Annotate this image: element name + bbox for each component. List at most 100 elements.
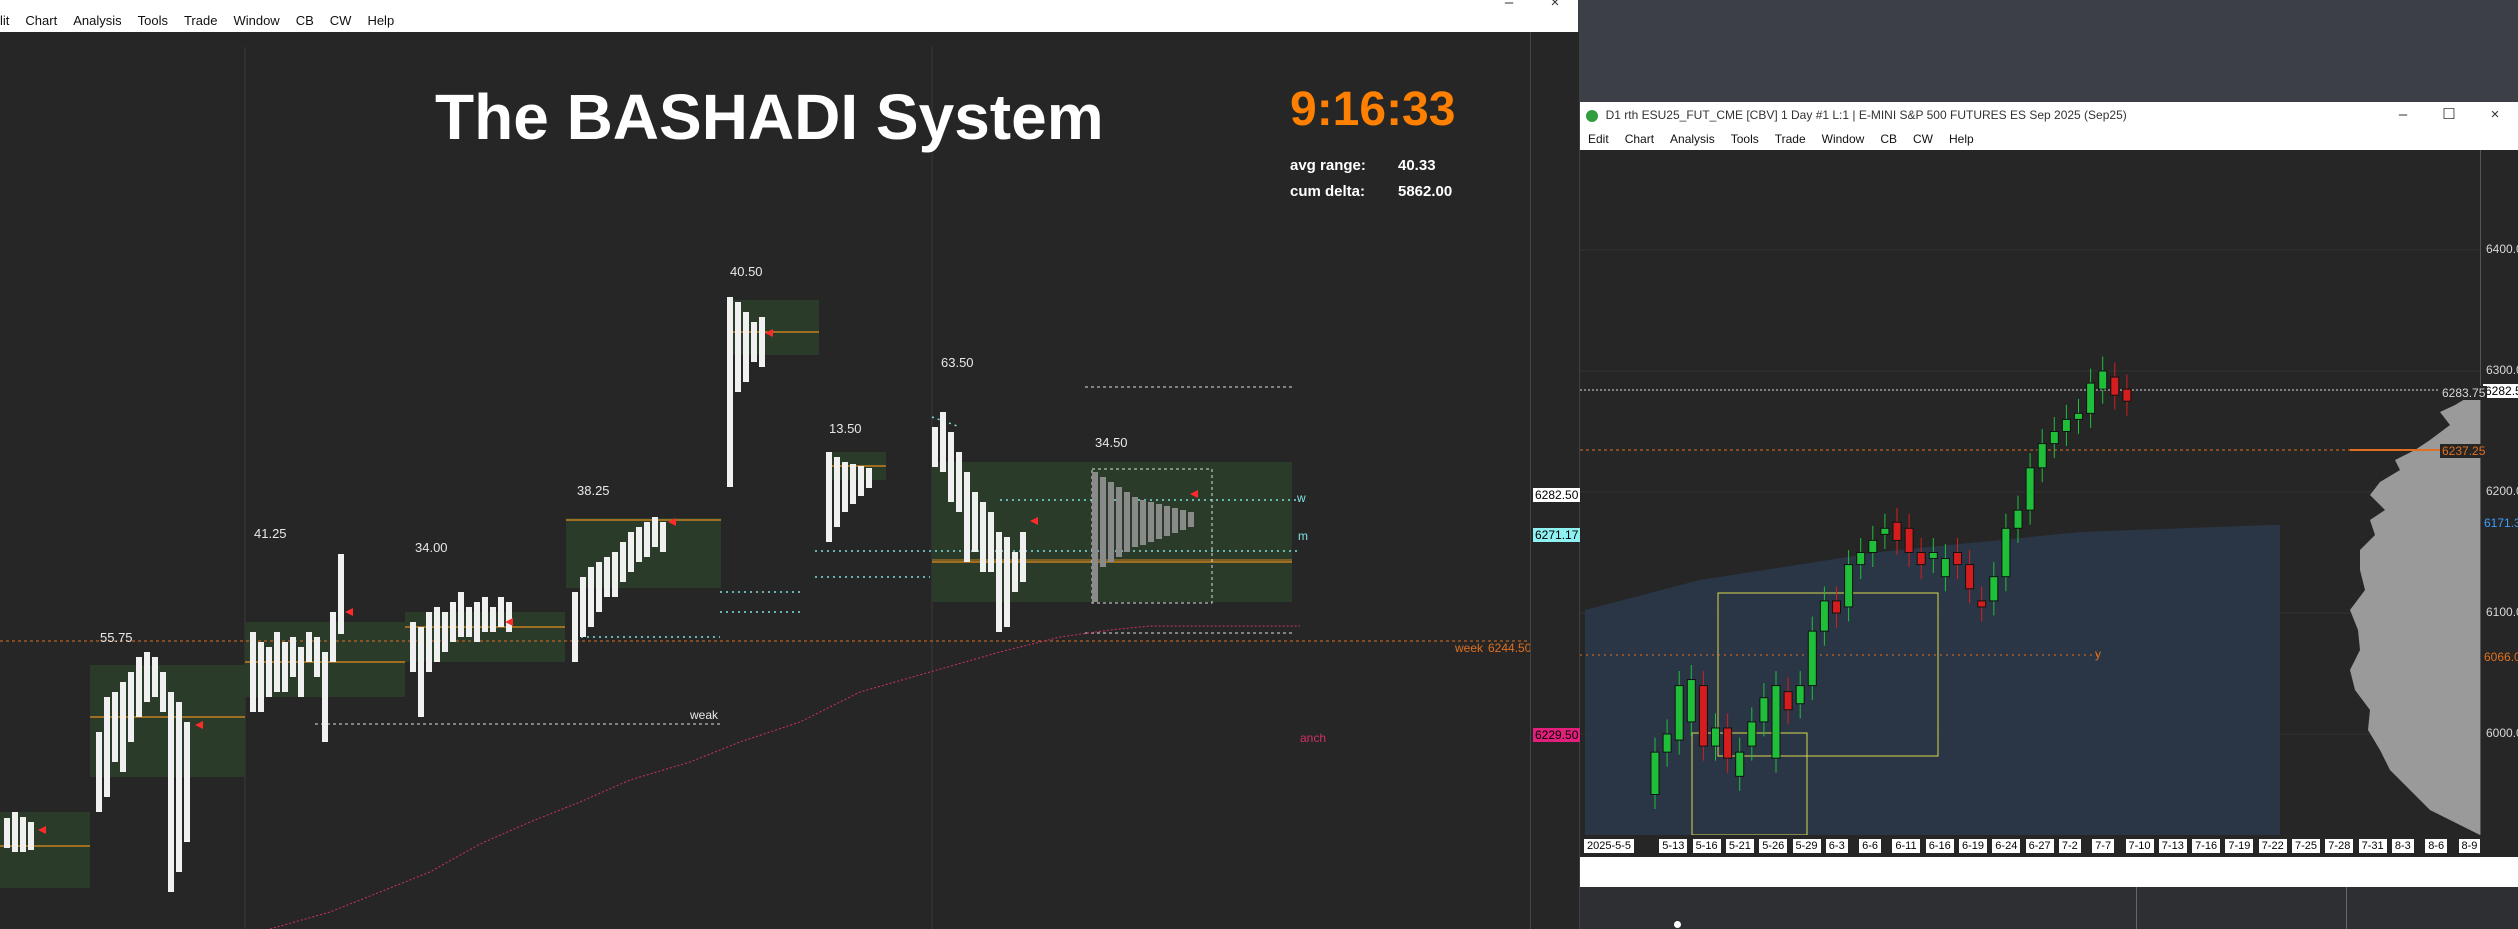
menu-chart[interactable]: Chart	[17, 13, 65, 28]
level-y-label: y	[2095, 647, 2101, 661]
price-tag: 6171.3	[2484, 516, 2518, 530]
x-date-label: 7-13	[2158, 839, 2187, 853]
range-label: 55.75	[100, 630, 133, 645]
x-date-label: 5-29	[1792, 839, 1821, 853]
menu-cb[interactable]: CB	[1872, 132, 1905, 146]
right-chart-area[interactable]: y	[1580, 150, 2480, 835]
menu-window[interactable]: Window	[225, 13, 287, 28]
date-axis[interactable]: 2025-5-5 5-13 5-16 5-21 5-26 5-29 6-3 6-6 6-11 6-…	[1580, 835, 2518, 857]
candle-body	[2074, 412, 2083, 420]
candle-body	[1916, 552, 1926, 566]
menu-edit[interactable]: lit	[0, 13, 17, 28]
price-tag: 6066.0	[2484, 650, 2518, 664]
x-date-label: 5-16	[1692, 839, 1721, 853]
price-tag: 6237.25	[2440, 444, 2488, 458]
menu-trade[interactable]: Trade	[1767, 132, 1814, 146]
close-icon[interactable]: ×	[2472, 102, 2518, 128]
candle-body	[1856, 552, 1866, 566]
x-date-label: 7-7	[2092, 839, 2115, 853]
candle-body	[1783, 691, 1793, 711]
candle-body	[1832, 600, 1841, 614]
candle-body	[2037, 443, 2047, 469]
left-price-axis[interactable]: 6282.50 6271.17 6229.50	[1530, 32, 1581, 929]
range-label: 38.25	[577, 483, 610, 498]
y-tick: 6300.0	[2486, 363, 2518, 377]
x-date-label: 6-24	[1992, 839, 2021, 853]
x-date-label: 8-3	[2391, 839, 2414, 853]
left-chart-area[interactable]: The BASHADI System 9:16:33 avg range: 40…	[0, 32, 1532, 929]
range-label: 13.50	[829, 421, 862, 436]
x-date-label: 7-16	[2192, 839, 2221, 853]
price-tag: 6282.5	[2483, 384, 2518, 398]
x-date-label: 6-11	[1892, 839, 1920, 853]
price-tag: 6282.50	[1533, 488, 1581, 502]
candle-body	[2001, 527, 2011, 578]
candle-body	[1747, 721, 1757, 747]
week-value: 6244.50	[1488, 641, 1532, 655]
x-date-label: 8-9	[2458, 839, 2481, 853]
minimize-icon[interactable]: –	[2380, 102, 2426, 128]
candle-body	[1723, 727, 1733, 759]
y-tick: 6200.0	[2486, 484, 2518, 498]
left-chart-window[interactable]: – × lit Chart Analysis Tools Trade Windo…	[0, 0, 1581, 929]
week-label: week	[1455, 641, 1484, 655]
left-title-bar[interactable]: – ×	[0, 0, 1578, 11]
clock-display: 9:16:33	[1290, 83, 1456, 136]
right-window-bottom	[1580, 857, 2518, 887]
menu-trade[interactable]: Trade	[176, 13, 225, 28]
menu-tools[interactable]: Tools	[1723, 132, 1767, 146]
right-window-title: D1 rth ESU25_FUT_CME [CBV] 1 Day #1 L:1 …	[1605, 108, 2127, 122]
price-tag: 6271.17	[1533, 528, 1581, 542]
right-title-bar[interactable]: D1 rth ESU25_FUT_CME [CBV] 1 Day #1 L:1 …	[1580, 102, 2518, 128]
candle-body	[1904, 527, 1914, 553]
range-label: 34.50	[1095, 435, 1128, 450]
menu-chart[interactable]: Chart	[1617, 132, 1662, 146]
x-date-label: 7-2	[2058, 839, 2081, 853]
left-menu-bar: lit Chart Analysis Tools Trade Window CB…	[0, 8, 1578, 32]
candle-body	[1989, 576, 1999, 602]
candle-body	[1795, 685, 1805, 705]
avg-range-label: avg range:	[1290, 157, 1366, 174]
right-window-buttons: – ☐ ×	[2380, 102, 2518, 128]
anch-line	[269, 625, 1300, 929]
menu-edit[interactable]: Edit	[1580, 132, 1617, 146]
maximize-icon[interactable]: ☐	[2426, 102, 2472, 128]
menu-tools[interactable]: Tools	[130, 13, 176, 28]
candle-body	[2013, 509, 2023, 529]
x-date-label: 5-13	[1659, 839, 1688, 853]
anch-label: anch	[1300, 731, 1327, 745]
m-label: m	[1298, 529, 1308, 543]
menu-help[interactable]: Help	[1941, 132, 1982, 146]
candle-body	[1759, 697, 1769, 723]
x-date-label: 6-27	[2025, 839, 2054, 853]
menu-cb[interactable]: CB	[288, 13, 322, 28]
candle-body	[1674, 685, 1684, 741]
candle-body	[1819, 600, 1829, 632]
menu-help[interactable]: Help	[359, 13, 402, 28]
x-date-label: 6-19	[1959, 839, 1988, 853]
menu-cw[interactable]: CW	[1905, 132, 1941, 146]
y-tick: 6000.0	[2486, 726, 2518, 740]
x-date-label: 6-3	[1825, 839, 1848, 853]
range-label: 63.50	[941, 355, 974, 370]
menu-analysis[interactable]: Analysis	[1662, 132, 1723, 146]
system-title: The BASHADI System	[435, 81, 1104, 153]
candle-body	[2122, 388, 2132, 402]
menu-window[interactable]: Window	[1814, 132, 1873, 146]
x-date-label: 7-19	[2225, 839, 2254, 853]
right-chart-window[interactable]: D1 rth ESU25_FUT_CME [CBV] 1 Day #1 L:1 …	[1580, 102, 2518, 887]
candle-body	[1711, 727, 1720, 747]
candle-body	[1686, 679, 1696, 723]
taskbar-divider	[2346, 887, 2347, 929]
daily-candle-chart	[1580, 249, 2480, 835]
candle-body	[1662, 733, 1672, 753]
menu-cw[interactable]: CW	[322, 13, 360, 28]
cum-delta-label: cum delta:	[1290, 183, 1366, 200]
w-label: w	[1297, 491, 1306, 505]
x-date-label: 7-10	[2125, 839, 2154, 853]
menu-analysis[interactable]: Analysis	[65, 13, 129, 28]
right-price-axis[interactable]: 6400.0 6300.0 6200.0 6100.0 6000.0 6282.…	[2480, 150, 2518, 835]
x-date-label: 5-26	[1759, 839, 1788, 853]
taskbar-divider	[2136, 887, 2137, 929]
price-tag: 6283.75	[2440, 386, 2488, 400]
